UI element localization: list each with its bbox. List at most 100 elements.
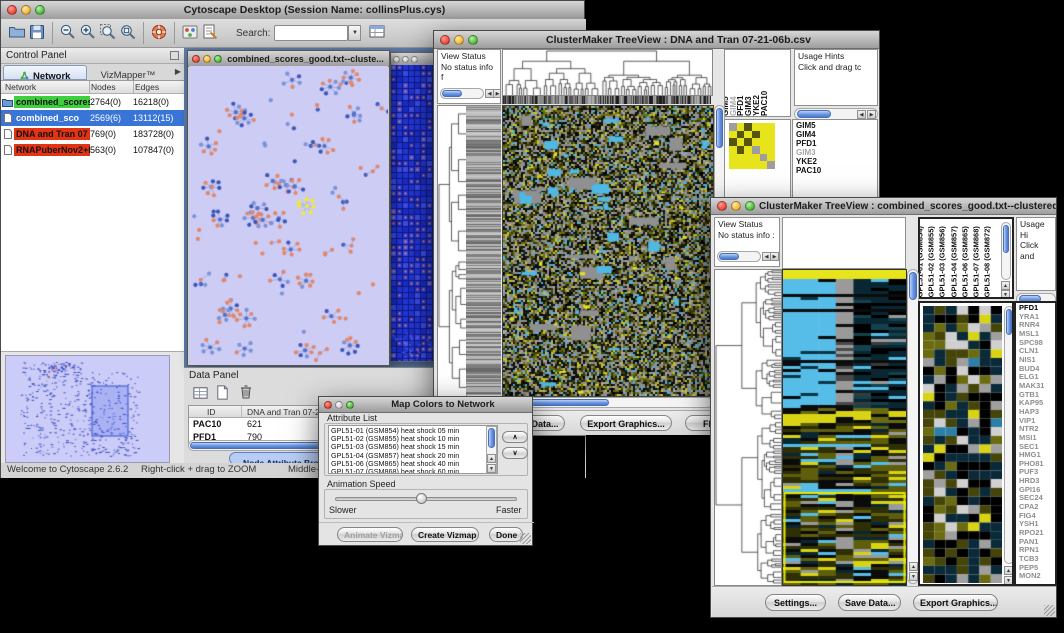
- column-labels-vscrollbar[interactable]: [1001, 222, 1011, 280]
- minimize-button[interactable]: [402, 56, 409, 63]
- zoom-out-icon[interactable]: [58, 23, 78, 43]
- help-icon[interactable]: [149, 23, 169, 43]
- heatmap-hscrollbar[interactable]: [502, 397, 713, 408]
- selection-heatmap[interactable]: [923, 306, 1002, 583]
- open-file-icon[interactable]: [7, 23, 27, 43]
- selection-vscrollbar[interactable]: [1004, 306, 1014, 564]
- scroll-down-button[interactable]: ▼: [487, 464, 496, 473]
- selection-row-label[interactable]: GIM4: [796, 130, 874, 139]
- dialog-titlebar[interactable]: Map Colors to Network: [319, 397, 532, 413]
- tab-network[interactable]: Network: [3, 65, 87, 80]
- search-input[interactable]: [274, 25, 348, 41]
- move-down-button[interactable]: ∨: [502, 447, 528, 459]
- zoom-in-icon[interactable]: [78, 23, 98, 43]
- column-dendrogram[interactable]: [502, 49, 713, 96]
- float-panel-icon[interactable]: [170, 51, 179, 60]
- zoom-button[interactable]: [411, 56, 418, 63]
- selection-row-label[interactable]: PFD1: [796, 139, 874, 148]
- main-heatmap[interactable]: [502, 105, 714, 397]
- save-icon[interactable]: [27, 23, 47, 43]
- zoom-button[interactable]: [214, 55, 222, 63]
- gene-label[interactable]: MON2: [1019, 572, 1052, 581]
- minimize-button[interactable]: [454, 35, 464, 45]
- attribute-list[interactable]: GPL51-01 (GSM854) heat shock 05 minGPL51…: [328, 425, 498, 474]
- minimize-button[interactable]: [21, 5, 31, 15]
- matrix-cell: [744, 154, 752, 162]
- scroll-up-button[interactable]: ▲: [909, 562, 918, 571]
- col-header-nodes[interactable]: Nodes: [91, 82, 116, 92]
- close-button[interactable]: [393, 56, 400, 63]
- zoom-fit-icon[interactable]: [118, 23, 138, 43]
- network-list-row[interactable]: RNAPuberNov2+l563(0)107847(0): [1, 142, 184, 158]
- scroll-down-button[interactable]: ▼: [1004, 576, 1013, 585]
- scroll-down-button[interactable]: ▼: [1001, 290, 1010, 299]
- save-data-button[interactable]: Save Data...: [838, 594, 901, 611]
- trash-icon[interactable]: [236, 383, 256, 403]
- zoom-selected-icon[interactable]: [98, 23, 118, 43]
- scroll-up-button[interactable]: ▲: [1001, 281, 1010, 290]
- attribute-list-vscrollbar[interactable]: ▲ ▼: [486, 426, 497, 473]
- dense-network-canvas[interactable]: [391, 65, 434, 361]
- create-vizmap-button[interactable]: Create Vizmap: [411, 527, 479, 542]
- main-heatmap[interactable]: [782, 269, 907, 586]
- minimize-button[interactable]: [731, 201, 741, 211]
- new-document-icon[interactable]: [212, 384, 232, 404]
- resize-grip[interactable]: [1044, 605, 1055, 616]
- scroll-right-button[interactable]: ▶: [770, 252, 779, 261]
- annotation-icon[interactable]: [200, 23, 220, 43]
- close-button[interactable]: [440, 35, 450, 45]
- minimize-button[interactable]: [203, 55, 211, 63]
- scroll-right-button[interactable]: ▶: [867, 110, 876, 119]
- treeview2-titlebar[interactable]: ClusterMaker TreeView : combined_scores_…: [711, 198, 1056, 215]
- attribute-browser-icon[interactable]: [367, 23, 387, 43]
- table-icon[interactable]: [190, 384, 210, 404]
- animate-vizmap-button[interactable]: Animate Vizmap: [337, 527, 403, 542]
- close-button[interactable]: [717, 201, 727, 211]
- network-overview-canvas[interactable]: [5, 355, 170, 463]
- close-button[interactable]: [7, 5, 17, 15]
- network-window-titlebar[interactable]: combined_scores_good.txt--cluste...: [188, 51, 389, 67]
- selection-row-label[interactable]: PAC10: [796, 166, 874, 175]
- network-list-row[interactable]: DNA and Tran 07769(0)183728(0): [1, 126, 184, 142]
- export-graphics-button[interactable]: Export Graphics...: [913, 594, 998, 611]
- tab-vizmapper[interactable]: VizMapper™: [89, 65, 167, 80]
- attribute-list-item[interactable]: GPL51-07 (GSM868) heat shock 60 min: [331, 468, 497, 474]
- close-button[interactable]: [324, 401, 332, 409]
- network-list-row[interactable]: combined_scores2764(0)16218(0): [1, 94, 184, 110]
- treeview1-titlebar[interactable]: ClusterMaker TreeView : DNA and Tran 07-…: [434, 31, 879, 49]
- row-dendrogram[interactable]: [714, 269, 782, 586]
- network-canvas[interactable]: [189, 66, 388, 365]
- zoom-button[interactable]: [468, 35, 478, 45]
- slider-thumb[interactable]: [416, 493, 427, 504]
- export-graphics-button[interactable]: Export Graphics...: [580, 415, 672, 431]
- col-header-edges[interactable]: Edges: [135, 82, 159, 92]
- selection-row-label[interactable]: GIM5: [796, 121, 874, 130]
- vizmapper-icon[interactable]: [180, 23, 200, 43]
- resize-grip[interactable]: [520, 533, 531, 544]
- done-button[interactable]: Done: [489, 527, 523, 542]
- move-up-button[interactable]: ∧: [502, 431, 528, 443]
- zoom-button[interactable]: [745, 201, 755, 211]
- selection-row-label[interactable]: GIM3: [796, 148, 874, 157]
- minimize-button[interactable]: [335, 401, 343, 409]
- col-header-network[interactable]: Network: [5, 82, 36, 92]
- network-list-row[interactable]: combined_sco2569(6)13112(15): [1, 110, 184, 126]
- close-button[interactable]: [192, 55, 200, 63]
- scroll-up-button[interactable]: ▲: [487, 454, 496, 463]
- selection-row-label[interactable]: YKE2: [796, 157, 874, 166]
- zoom-button[interactable]: [346, 401, 354, 409]
- scroll-left-button[interactable]: ◀: [857, 110, 866, 119]
- main-titlebar[interactable]: Cytoscape Desktop (Session Name: collins…: [1, 1, 584, 20]
- scroll-down-button[interactable]: ▼: [909, 572, 918, 581]
- zoom-button[interactable]: [35, 5, 45, 15]
- view-status-scrollbar[interactable]: [717, 251, 761, 262]
- search-dropdown-button[interactable]: ▼: [348, 25, 361, 41]
- selection-matrix-heatmap[interactable]: [729, 123, 775, 169]
- view-status-scrollbar[interactable]: [440, 88, 484, 99]
- settings-button[interactable]: Settings...: [765, 594, 826, 611]
- row-dendrogram[interactable]: [437, 105, 467, 397]
- table-header-id[interactable]: ID: [207, 407, 216, 417]
- scroll-right-button[interactable]: ▶: [493, 89, 501, 98]
- tab-overflow-arrow[interactable]: ▶: [175, 67, 181, 76]
- scroll-up-button[interactable]: ▲: [1004, 566, 1013, 575]
